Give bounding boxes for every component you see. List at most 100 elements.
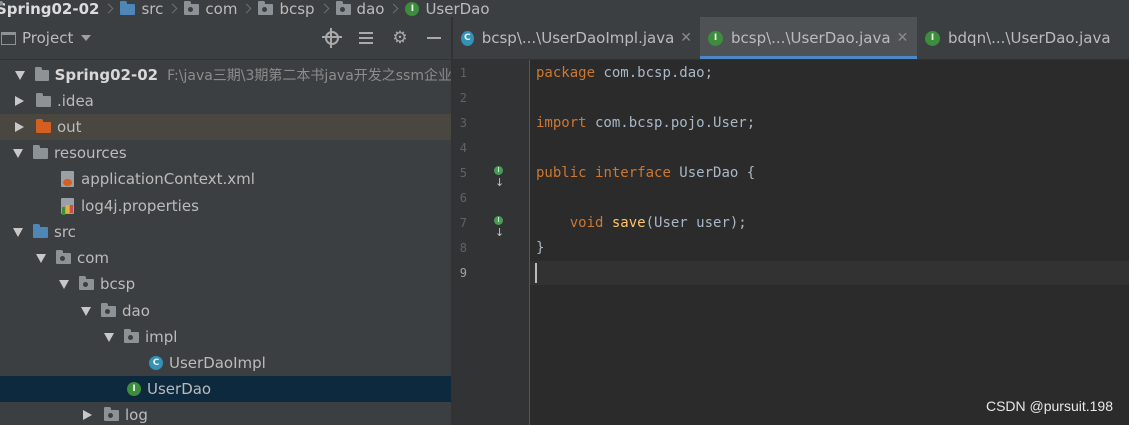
method-name: save — [611, 215, 646, 231]
project-panel-header: Project ⚙ — [0, 17, 451, 60]
implemented-gutter-icon[interactable]: I↓ — [494, 216, 512, 239]
collapsed-arrow-icon[interactable] — [83, 410, 92, 420]
breadcrumb-bcsp[interactable]: bcsp — [258, 0, 315, 17]
keyword: interface — [595, 165, 671, 181]
breadcrumb-com[interactable]: com — [184, 0, 237, 17]
breadcrumb-src[interactable]: src — [120, 0, 163, 17]
spring-xml-icon — [61, 171, 74, 187]
chevron-right-icon — [319, 3, 329, 14]
breadcrumb-dao[interactable]: dao — [335, 0, 384, 17]
interface-icon: I — [925, 30, 940, 46]
expand-arrow-icon[interactable] — [13, 227, 23, 237]
expand-arrow-icon[interactable] — [13, 148, 23, 158]
close-icon[interactable]: ✕ — [897, 30, 909, 46]
code-line-1: package com.bcsp.dao; — [536, 61, 713, 86]
tree-item-project-root[interactable]: Spring02-02 F:\java三期\3期第二本书java开发之ssm企业… — [0, 62, 451, 88]
tree-item-label: com — [77, 249, 110, 267]
expand-arrow-icon[interactable] — [59, 279, 69, 289]
code-text: UserDao { — [670, 165, 756, 181]
dropdown-caret-icon[interactable] — [81, 35, 92, 41]
package-icon — [104, 407, 119, 421]
code-line-7: void save(User user); — [536, 211, 747, 236]
text-caret — [535, 263, 537, 283]
line-number: 4 — [459, 141, 467, 155]
tree-item-bcsp[interactable]: bcsp — [0, 271, 451, 297]
breadcrumb-project-label: Spring02-02 — [0, 0, 100, 17]
tree-item-log4j[interactable]: log4j.properties — [0, 193, 451, 219]
breadcrumb-com-label: com — [205, 0, 238, 17]
tree-item-label: applicationContext.xml — [81, 170, 255, 188]
tree-item-resources[interactable]: resources — [0, 140, 451, 166]
tab-label: bcsp\...\UserDao.java — [731, 29, 891, 47]
line-number: 1 — [459, 66, 467, 80]
line-number: 2 — [459, 91, 467, 105]
tree-item-label: dao — [122, 302, 150, 320]
expand-arrow-icon[interactable] — [81, 306, 91, 316]
tree-item-impl[interactable]: impl — [0, 324, 451, 350]
code-line-5: public interface UserDao { — [536, 161, 755, 186]
project-view-selector[interactable]: Project — [22, 29, 73, 47]
tree-item-label: out — [57, 118, 82, 136]
tree-item-applicationcontext[interactable]: applicationContext.xml — [0, 166, 451, 192]
close-icon[interactable]: ✕ — [680, 30, 692, 46]
breadcrumb-src-label: src — [141, 0, 164, 17]
tree-item-src[interactable]: src — [0, 219, 451, 245]
project-path: F:\java三期\3期第二本书java开发之ssm企业轻 — [167, 68, 451, 84]
keyword: public — [536, 165, 587, 181]
chevron-right-icon — [388, 3, 399, 14]
chevron-right-icon — [104, 3, 114, 14]
collapsed-arrow-icon[interactable] — [15, 96, 24, 106]
source-folder-icon — [33, 224, 48, 238]
tree-item-userdaoimpl[interactable]: C UserDaoImpl — [0, 350, 451, 376]
tree-item-label: src — [54, 223, 76, 241]
package-icon — [184, 0, 200, 15]
locate-file-button[interactable] — [315, 17, 349, 59]
collapse-all-button[interactable] — [349, 17, 383, 59]
implemented-gutter-icon[interactable]: I↓ — [494, 166, 512, 189]
settings-button[interactable]: ⚙ — [383, 17, 417, 59]
breadcrumb-file[interactable]: I UserDao — [405, 0, 490, 17]
tab-userdaoimpl[interactable]: C bcsp\...\UserDaoImpl.java ✕ — [453, 17, 700, 59]
expand-arrow-icon[interactable] — [104, 332, 114, 342]
editor-gutter[interactable]: 1 2 3 4 5 6 7 8 9 I↓ I↓ — [453, 60, 530, 425]
collapsed-arrow-icon[interactable] — [15, 122, 24, 132]
editor-tab-bar: C bcsp\...\UserDaoImpl.java ✕ I bcsp\...… — [453, 17, 1129, 60]
tab-label: bdqn\...\UserDao.java — [948, 29, 1111, 47]
package-icon — [258, 0, 274, 15]
code-editor[interactable]: package com.bcsp.dao; import com.bcsp.po… — [530, 60, 1129, 425]
tree-item-dao[interactable]: dao — [0, 298, 451, 324]
code-text: com.bcsp.dao; — [595, 65, 714, 81]
package-icon — [124, 329, 139, 343]
watermark-text: CSDN @pursuit.198 — [985, 398, 1113, 414]
tree-item-com[interactable]: com — [0, 245, 451, 271]
tree-item-out[interactable]: out — [0, 114, 451, 140]
tree-item-label: bcsp — [100, 275, 136, 293]
code-line-8: } — [536, 236, 544, 261]
gear-icon: ⚙ — [392, 28, 408, 48]
code-text: } — [536, 240, 545, 256]
project-tool-window: Project ⚙ Spring02-02 F:\java三期\3期第二本书ja… — [0, 17, 451, 425]
hide-panel-button[interactable] — [417, 17, 451, 59]
expand-arrow-icon[interactable] — [36, 253, 46, 263]
package-icon — [56, 250, 71, 264]
tab-userdao-bcsp[interactable]: I bcsp\...\UserDao.java ✕ — [700, 17, 917, 59]
package-icon — [101, 303, 116, 317]
tab-userdao-bdqn[interactable]: I bdqn\...\UserDao.java — [917, 17, 1129, 59]
code-line-3: import com.bcsp.pojo.User; — [536, 111, 755, 136]
tree-item-log[interactable]: log — [0, 402, 451, 425]
tree-item-idea[interactable]: .idea — [0, 88, 451, 114]
breadcrumb-file-label: UserDao — [425, 0, 490, 17]
tree-item-label: UserDaoImpl — [169, 354, 266, 372]
tree-item-userdao[interactable]: I UserDao — [0, 376, 451, 402]
source-folder-icon — [120, 0, 136, 15]
expand-arrow-icon[interactable] — [15, 70, 25, 80]
breadcrumb-project[interactable]: Spring02-02 — [0, 0, 99, 17]
tree-item-label: Spring02-02 — [54, 66, 159, 84]
breadcrumb-bcsp-label: bcsp — [279, 0, 315, 17]
interface-icon: I — [708, 30, 723, 46]
line-number: 3 — [459, 116, 467, 130]
tree-item-label: resources — [54, 144, 127, 162]
project-view-icon — [1, 31, 16, 45]
keyword: package — [536, 65, 596, 81]
